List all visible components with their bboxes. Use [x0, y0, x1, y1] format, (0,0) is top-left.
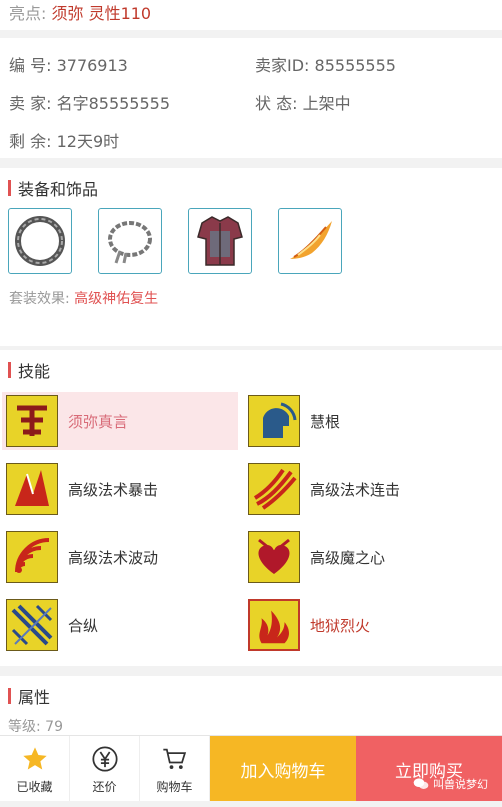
favorite-button[interactable]: 已收藏 — [0, 736, 70, 802]
remaining-field: 剩 余: 12天9时 — [0, 128, 248, 166]
skill-name: 高级法术暴击 — [68, 480, 159, 499]
watermark: 叫兽说梦幻 — [413, 776, 488, 792]
skill-alliance[interactable]: 合纵 — [2, 596, 238, 654]
equipment-section-title: 装备和饰品 — [0, 168, 502, 208]
skill-sumeru[interactable]: 须弥真言 — [2, 392, 238, 450]
equipment-slot-armor[interactable] — [188, 208, 252, 274]
equipment-row — [0, 208, 502, 278]
seller-field: 卖 家: 名字85555555 — [0, 90, 248, 128]
equipment-slot-bracelet[interactable] — [98, 208, 162, 274]
wechat-icon — [413, 778, 429, 789]
equipment-slot-wing[interactable] — [278, 208, 342, 274]
skill-name: 合纵 — [68, 616, 99, 635]
equipment-section: 装备和饰品 套装效果: 高级神佑复生 — [0, 168, 502, 346]
id-label: 编 号: — [9, 56, 57, 75]
status-label: 状 态: — [255, 94, 303, 113]
skill-spell-wave[interactable]: 高级法术波动 — [2, 528, 238, 586]
hellfire-icon — [248, 599, 300, 651]
bargain-button[interactable]: 还价 — [70, 736, 140, 802]
info-card: 编 号: 3776913 卖家ID: 85555555 卖 家: 名字85555… — [0, 38, 502, 158]
seller-id-field: 卖家ID: 85555555 — [248, 52, 496, 90]
star-icon — [21, 744, 49, 774]
section-accent-bar — [8, 362, 11, 378]
highlight-label: 亮点: — [9, 4, 52, 23]
seller-id-label: 卖家ID: — [255, 56, 315, 75]
status-field: 状 态: 上架中 — [248, 90, 496, 128]
status-value: 上架中 — [302, 94, 351, 113]
alliance-icon — [6, 599, 58, 651]
wisdom-icon — [248, 395, 300, 447]
skill-wisdom[interactable]: 慧根 — [244, 392, 480, 450]
yen-icon — [91, 744, 119, 774]
buy-now-button[interactable]: 立即购买 叫兽说梦幻 — [356, 736, 502, 802]
skill-name: 高级法术连击 — [310, 480, 401, 499]
id-field: 编 号: 3776913 — [0, 52, 248, 90]
skill-name: 慧根 — [310, 412, 341, 431]
skills-section: 技能 须弥真言 慧根 高级法术暴击 高级法术连击 高级法术波动 高级魔之心 合纵… — [0, 350, 502, 666]
spell-crit-icon — [6, 463, 58, 515]
skill-spell-combo[interactable]: 高级法术连击 — [244, 460, 480, 518]
spell-wave-icon — [6, 531, 58, 583]
spell-combo-icon — [248, 463, 300, 515]
section-accent-bar — [8, 688, 11, 704]
set-effect-value: 高级神佑复生 — [74, 291, 159, 307]
bargain-label: 还价 — [92, 779, 117, 794]
skill-hellfire[interactable]: 地狱烈火 — [244, 596, 480, 654]
attribute-level-line: 等级: 79 — [8, 719, 63, 735]
cart-button[interactable]: 购物车 — [140, 736, 210, 802]
armor-icon — [197, 216, 243, 266]
set-effect: 套装效果: 高级神佑复生 — [0, 278, 502, 308]
magic-heart-icon — [248, 531, 300, 583]
id-value: 3776913 — [56, 56, 128, 75]
skill-magic-heart[interactable]: 高级魔之心 — [244, 528, 480, 586]
attributes-title: 属性 — [18, 688, 51, 707]
equipment-slot-ring[interactable] — [8, 208, 72, 274]
footer-strip — [0, 801, 502, 807]
remaining-label: 剩 余: — [9, 132, 57, 151]
add-to-cart-button[interactable]: 加入购物车 — [210, 736, 356, 802]
skill-name: 须弥真言 — [68, 412, 129, 431]
wing-icon — [290, 221, 332, 259]
highlight-bar: 亮点: 须弥 灵性110 — [0, 0, 502, 30]
skills-section-title: 技能 — [0, 350, 502, 390]
seller-id-value: 85555555 — [314, 56, 396, 75]
watermark-text: 叫兽说梦幻 — [433, 778, 488, 791]
skill-name: 高级魔之心 — [310, 548, 386, 567]
skills-grid: 须弥真言 慧根 高级法术暴击 高级法术连击 高级法术波动 高级魔之心 合纵 地狱… — [0, 390, 502, 658]
favorite-label: 已收藏 — [16, 779, 53, 794]
seller-value: 名字85555555 — [56, 94, 171, 113]
bottom-action-bar: 已收藏 还价 购物车 加入购物车 立即购买 叫兽说梦幻 — [0, 735, 502, 802]
attributes-section-title: 属性 — [0, 676, 502, 716]
ring-icon — [15, 216, 65, 266]
skills-title: 技能 — [18, 362, 51, 381]
chain-bracelet-icon — [108, 221, 152, 264]
equipment-title: 装备和饰品 — [18, 180, 99, 199]
cart-label: 购物车 — [156, 779, 193, 794]
cart-icon — [161, 744, 189, 774]
skill-name: 地狱烈火 — [310, 616, 371, 635]
skill-name: 高级法术波动 — [68, 548, 159, 567]
skill-spell-crit[interactable]: 高级法术暴击 — [2, 460, 238, 518]
section-accent-bar — [8, 180, 11, 196]
seller-label: 卖 家: — [9, 94, 57, 113]
set-effect-label: 套装效果: — [9, 291, 75, 307]
remaining-value: 12天9时 — [56, 132, 120, 151]
highlight-value: 须弥 灵性110 — [51, 4, 152, 23]
attributes-section: 属性 等级: 79 — [0, 676, 502, 735]
sumeru-icon — [6, 395, 58, 447]
add-to-cart-label: 加入购物车 — [240, 761, 326, 782]
